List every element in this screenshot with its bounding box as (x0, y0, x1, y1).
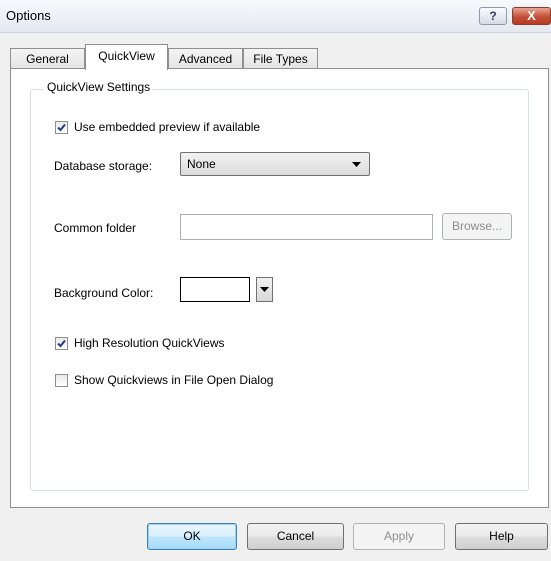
tab-file-types[interactable]: File Types (243, 48, 318, 70)
background-color-dropdown[interactable] (256, 277, 273, 302)
high-resolution-label: High Resolution QuickViews (74, 336, 225, 350)
group-title: QuickView Settings (44, 80, 154, 94)
chevron-down-icon (260, 287, 269, 292)
high-resolution-checkbox[interactable] (55, 337, 68, 350)
file-open-dialog-checkbox[interactable] (55, 374, 68, 387)
cancel-button[interactable]: Cancel (247, 523, 344, 550)
ok-button[interactable]: OK (147, 523, 237, 550)
database-storage-select[interactable]: None (180, 152, 370, 176)
tab-general[interactable]: General (10, 48, 85, 70)
embedded-preview-checkbox[interactable] (55, 121, 68, 134)
title-bar: Options ? X (0, 0, 551, 33)
database-storage-label: Database storage: (54, 159, 153, 173)
checkmark-icon (57, 123, 66, 132)
common-folder-input[interactable] (180, 214, 433, 240)
background-color-swatch[interactable] (180, 277, 250, 302)
close-icon[interactable]: X (512, 7, 551, 25)
tab-advanced[interactable]: Advanced (168, 48, 243, 70)
embedded-preview-label: Use embedded preview if available (74, 120, 261, 134)
checkmark-icon (57, 339, 66, 348)
apply-button[interactable]: Apply (353, 523, 445, 550)
file-open-dialog-label: Show Quickviews in File Open Dialog (74, 373, 274, 387)
browse-button[interactable]: Browse... (442, 213, 512, 240)
tab-quickview[interactable]: QuickView (85, 44, 168, 70)
database-storage-value: None (187, 157, 216, 171)
chevron-down-icon (352, 162, 361, 167)
help-button[interactable]: Help (455, 523, 548, 550)
window-title: Options (6, 8, 51, 23)
help-icon[interactable]: ? (479, 7, 507, 25)
common-folder-label: Common folder (54, 221, 137, 235)
background-color-label: Background Color: (54, 286, 154, 300)
